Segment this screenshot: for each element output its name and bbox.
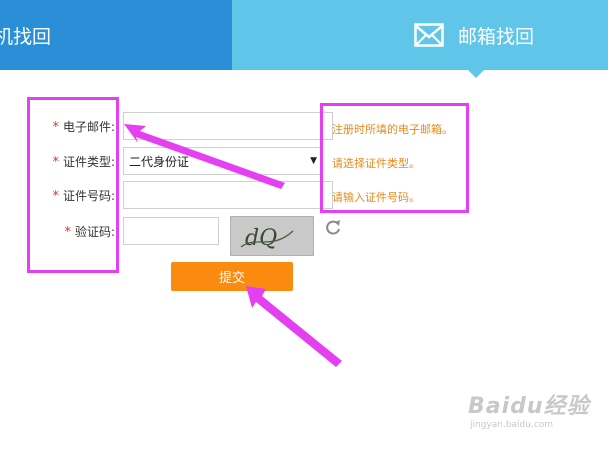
arrow-to-submit-button xyxy=(246,286,342,367)
submit-button[interactable]: 提交 xyxy=(171,262,293,291)
email-input[interactable] xyxy=(123,112,333,140)
id-type-selected: 二代身份证 xyxy=(129,154,190,169)
baidu-watermark: Baidu经验 jingyan.baidu.com xyxy=(468,388,590,430)
tab-bar: 机找回 邮箱找回 xyxy=(0,0,608,70)
active-tab-caret xyxy=(468,70,484,78)
id-type-select[interactable]: 二代身份证 ▼ xyxy=(123,147,322,175)
captcha-glyphs: dQ xyxy=(240,226,294,251)
watermark-url: jingyan.baidu.com xyxy=(470,420,554,430)
dropdown-arrow-icon: ▼ xyxy=(310,156,317,166)
tab-email-recovery[interactable]: 邮箱找回 xyxy=(232,0,608,70)
tab-email-label: 邮箱找回 xyxy=(458,25,535,48)
id-number-input[interactable] xyxy=(123,181,333,209)
svg-text:dQ: dQ xyxy=(245,226,277,251)
annotation-box-labels xyxy=(27,97,119,273)
watermark-brand: Baidu经验 xyxy=(468,394,590,419)
tab-phone-label: 机找回 xyxy=(0,25,52,48)
tab-phone-recovery[interactable]: 机找回 xyxy=(0,0,232,70)
annotation-box-hints xyxy=(320,103,469,213)
refresh-icon[interactable] xyxy=(324,218,342,236)
envelope-icon xyxy=(414,23,444,47)
captcha-input[interactable] xyxy=(123,217,219,245)
captcha-image[interactable]: dQ xyxy=(230,216,314,256)
